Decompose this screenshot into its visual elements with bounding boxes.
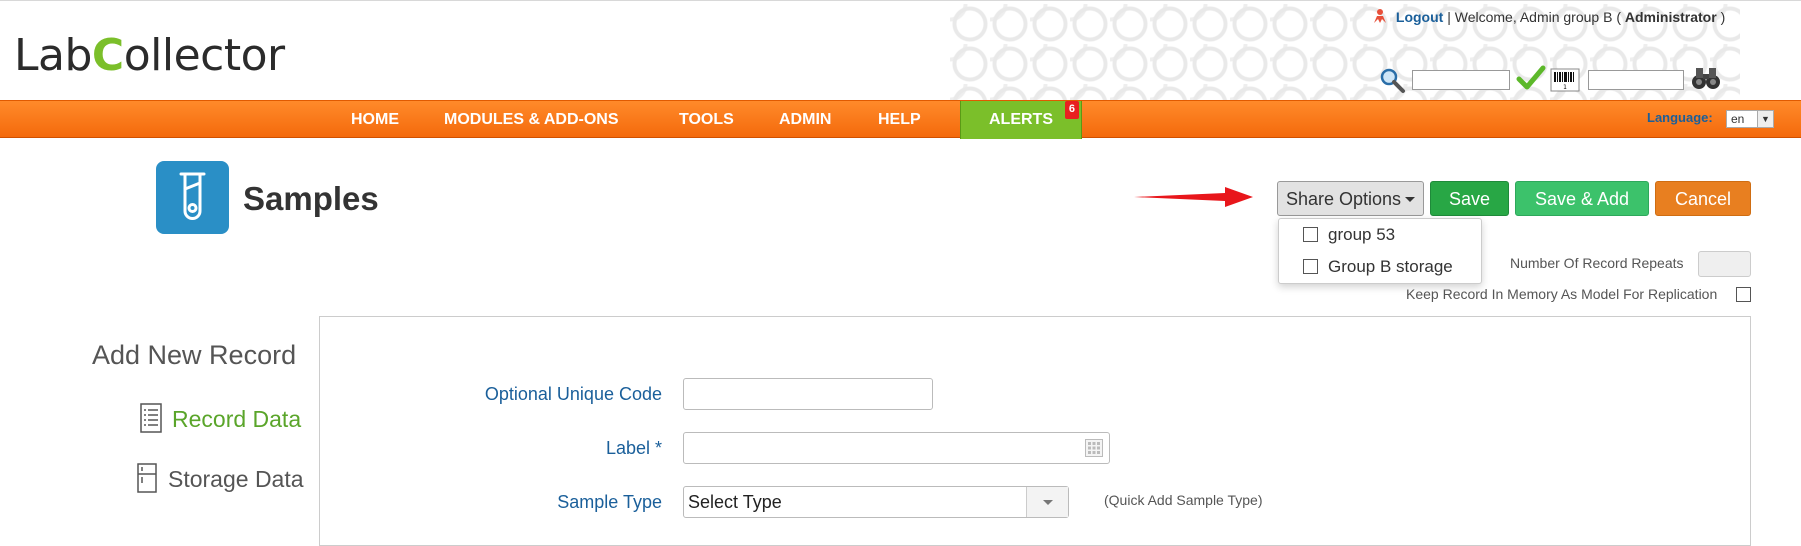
save-button[interactable]: Save <box>1430 181 1509 216</box>
label-field-label: Label * <box>605 438 662 458</box>
save-and-add-button[interactable]: Save & Add <box>1515 181 1649 216</box>
sample-type-value: Select Type <box>688 492 782 512</box>
keyboard-icon[interactable] <box>1085 439 1103 462</box>
keep-in-memory-checkbox[interactable] <box>1736 287 1751 302</box>
cancel-button[interactable]: Cancel <box>1655 181 1751 216</box>
share-option-group-b-storage[interactable]: Group B storage <box>1303 257 1453 277</box>
main-nav-bar: HOME MODULES & ADD-ONS TOOLS ADMIN HELP … <box>0 100 1801 139</box>
user-icon <box>1372 8 1388 24</box>
samples-module-icon <box>156 161 229 234</box>
close-paren: ) <box>1720 9 1726 25</box>
logo-collector-text: ollector <box>123 30 285 81</box>
language-value: en <box>1731 112 1745 126</box>
list-icon <box>140 403 162 433</box>
role-text: Administrator <box>1624 9 1717 25</box>
red-arrow-annotation <box>1134 187 1253 207</box>
unique-code-label: Optional Unique Code <box>484 384 662 404</box>
chevron-down-icon: ▼ <box>1757 111 1773 127</box>
magnifier-icon[interactable] <box>1378 66 1406 99</box>
barcode-input[interactable] <box>1588 70 1684 90</box>
record-data-label: Record Data <box>172 406 302 432</box>
sidebar-title: Add New Record <box>92 340 297 370</box>
chevron-down-icon <box>1026 487 1068 517</box>
logo-lab-text: Lab <box>14 30 92 81</box>
record-repeats-input[interactable] <box>1698 251 1751 277</box>
freezer-icon <box>136 463 158 493</box>
alerts-label: ALERTS <box>989 111 1053 128</box>
share-options-button[interactable]: Share Options <box>1277 181 1424 216</box>
share-option-group-53[interactable]: group 53 <box>1303 225 1395 245</box>
share-option-label: Group B storage <box>1328 257 1453 276</box>
logo-c-mark: C <box>91 30 124 81</box>
label-input[interactable] <box>683 432 1110 464</box>
logout-link[interactable]: Logout <box>1396 9 1443 25</box>
checkmark-icon[interactable] <box>1516 64 1546 97</box>
binoculars-icon[interactable] <box>1690 64 1722 97</box>
quick-add-sample-type-link[interactable]: (Quick Add Sample Type) <box>1104 492 1262 508</box>
nav-help[interactable]: HELP <box>878 101 921 139</box>
sidebar-record-data[interactable]: Record Data <box>140 403 301 433</box>
test-tube-icon <box>179 172 206 220</box>
page-title: Samples <box>243 180 379 217</box>
sidebar-storage-data[interactable]: Storage Data <box>136 463 304 493</box>
caret-down-icon <box>1405 197 1416 202</box>
share-options-dropdown: group 53 Group B storage <box>1278 218 1482 284</box>
sample-type-label: Sample Type <box>557 492 662 512</box>
welcome-text: | Welcome, Admin group B ( <box>1447 9 1621 25</box>
quick-search-input[interactable] <box>1412 70 1510 90</box>
nav-home[interactable]: HOME <box>351 101 399 139</box>
share-option-label: group 53 <box>1328 225 1396 244</box>
share-options-label: Share Options <box>1285 189 1402 209</box>
language-label: Language: <box>1647 110 1713 125</box>
record-repeats-label: Number Of Record Repeats <box>1510 255 1684 271</box>
alerts-count-badge: 6 <box>1064 101 1079 119</box>
nav-admin[interactable]: ADMIN <box>779 101 831 139</box>
nav-modules[interactable]: MODULES & ADD-ONS <box>444 101 619 139</box>
sample-type-select[interactable]: Select Type <box>683 486 1069 518</box>
nav-alerts[interactable]: ALERTS 6 <box>960 101 1082 139</box>
barcode-icon[interactable]: 1 <box>1550 68 1580 97</box>
checkbox[interactable] <box>1303 227 1318 242</box>
storage-data-label: Storage Data <box>168 466 304 492</box>
labcollector-logo[interactable]: LabCollector <box>14 30 285 81</box>
checkbox[interactable] <box>1303 259 1318 274</box>
keep-in-memory-label: Keep Record In Memory As Model For Repli… <box>1406 286 1718 302</box>
language-select[interactable]: en ▼ <box>1726 110 1774 128</box>
svg-text:1: 1 <box>1563 84 1567 91</box>
nav-tools[interactable]: TOOLS <box>679 101 734 139</box>
quick-search-bar: 1 <box>1378 64 1723 94</box>
user-bar: Logout | Welcome, Admin group B ( Admini… <box>1372 6 1725 25</box>
unique-code-input[interactable] <box>683 378 933 410</box>
